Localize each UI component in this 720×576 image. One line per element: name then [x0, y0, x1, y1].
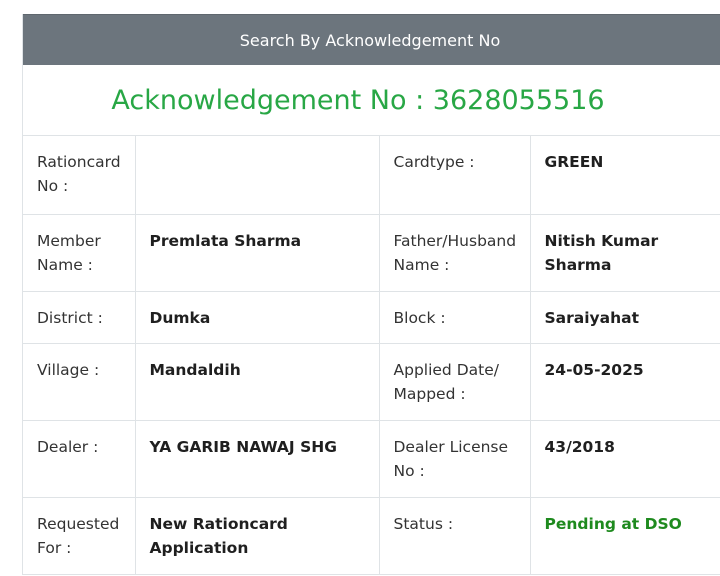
district-value: Dumka [135, 291, 380, 344]
village-label: Village : [23, 343, 136, 421]
table-row: Requested For : New Rationcard Applicati… [23, 497, 720, 575]
dealer-value: YA GARIB NAWAJ SHG [135, 420, 380, 498]
requested-for-value: New Rationcard Application [135, 497, 380, 575]
table-row: District : Dumka Block : Saraiyahat [23, 291, 720, 344]
applied-date-label: Applied Date/ Mapped : [379, 343, 531, 421]
status-label: Status : [379, 497, 531, 575]
requested-for-label: Requested For : [23, 497, 136, 575]
dealer-license-value: 43/2018 [530, 420, 720, 498]
father-husband-label: Father/Husband Name : [379, 214, 531, 292]
member-name-label: Member Name : [23, 214, 136, 292]
acknowledgement-row: Acknowledgement No : 3628055516 [23, 65, 720, 136]
cardtype-value: GREEN [530, 136, 720, 215]
table-row: Village : Mandaldih Applied Date/ Mapped… [23, 343, 720, 421]
member-name-value: Premlata Sharma [135, 214, 380, 292]
table-row: Dealer : YA GARIB NAWAJ SHG Dealer Licen… [23, 420, 720, 498]
village-value: Mandaldih [135, 343, 380, 421]
applied-date-value: 24-05-2025 [530, 343, 720, 421]
dealer-label: Dealer : [23, 420, 136, 498]
rationcard-value [135, 136, 380, 215]
panel-title: Search By Acknowledgement No [239, 30, 501, 50]
acknowledgement-number: Acknowledgement No : 3628055516 [111, 84, 605, 116]
father-husband-value: Nitish Kumar Sharma [530, 214, 720, 292]
status-value: Pending at DSO [530, 497, 720, 575]
cardtype-label: Cardtype : [379, 136, 531, 215]
search-result-panel: Search By Acknowledgement No Acknowledge… [22, 14, 720, 575]
block-value: Saraiyahat [530, 291, 720, 344]
table-row: Member Name : Premlata Sharma Father/Hus… [23, 214, 720, 292]
block-label: Block : [379, 291, 531, 344]
panel-header: Search By Acknowledgement No [23, 14, 720, 65]
rationcard-label: Rationcard No : [23, 136, 136, 215]
dealer-license-label: Dealer License No : [379, 420, 531, 498]
district-label: District : [23, 291, 136, 344]
table-row: Rationcard No : Cardtype : GREEN [23, 136, 720, 215]
details-table: Rationcard No : Cardtype : GREEN Member … [23, 136, 720, 575]
